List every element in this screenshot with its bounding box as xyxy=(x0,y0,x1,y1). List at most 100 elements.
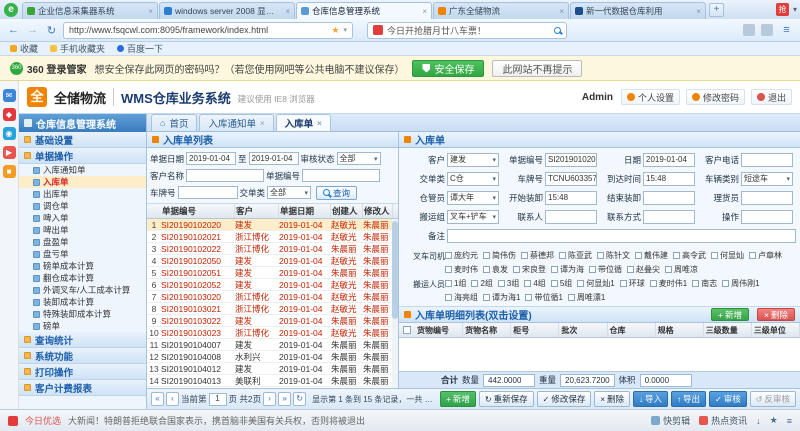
document-tab-close-icon[interactable]: × xyxy=(317,119,322,128)
toolbar-button[interactable]: ↓ 导入 xyxy=(633,391,668,407)
crew-checkbox[interactable]: 2组 xyxy=(471,276,492,290)
next-page-button[interactable]: › xyxy=(263,392,276,406)
status-tool[interactable]: 快剪辑 xyxy=(651,414,690,427)
side-strip-icon[interactable]: ◉ xyxy=(3,127,16,140)
crew-checkbox[interactable]: 麦时伟 xyxy=(445,262,478,276)
table-row[interactable]: 12 SI20190104008 水利兴 2019-01-04 朱晨丽 朱晨丽 xyxy=(147,351,398,363)
sidebar-item[interactable]: 翻仓成本计算 xyxy=(19,272,146,284)
document-tab-close-icon[interactable]: × xyxy=(260,119,265,128)
table-row[interactable]: 9 SI20190103022 建发 2019-01-04 朱晨丽 朱晨丽 xyxy=(147,315,398,327)
table-row[interactable]: 13 SI20190104012 建发 2019-01-04 朱晨丽 朱晨丽 xyxy=(147,363,398,375)
detail-delete-button[interactable]: × 删除 xyxy=(757,308,795,321)
select-all-checkbox[interactable] xyxy=(403,326,411,334)
browser-tab[interactable]: 企业信息采集器系统 × xyxy=(22,2,158,19)
crew-checkbox[interactable]: 3组 xyxy=(498,276,519,290)
list-column-header[interactable]: 创建人 xyxy=(331,204,363,218)
ticket-grabber-icon[interactable]: 抢 xyxy=(776,3,789,16)
contact-input[interactable] xyxy=(545,210,597,224)
sidebar-item[interactable]: 特殊装卸成本计算 xyxy=(19,308,146,320)
scrollbar-thumb[interactable] xyxy=(392,221,398,319)
date-input[interactable]: 2019-01-04 xyxy=(643,153,695,167)
screenshot-icon[interactable] xyxy=(743,24,755,36)
sidebar-item[interactable]: 盘盈单 xyxy=(19,236,146,248)
table-row[interactable]: 14 SI20190104013 美联利 2019-01-04 朱晨丽 朱晨丽 xyxy=(147,375,398,387)
table-row[interactable]: 7 SI20190103020 浙江博化 2019-01-04 赵敏光 朱晨丽 xyxy=(147,291,398,303)
search-button[interactable]: 查询 xyxy=(316,186,357,200)
side-strip-icon[interactable]: ▶ xyxy=(3,146,16,159)
new-tab-button[interactable]: + xyxy=(709,3,724,17)
table-row[interactable]: 1 SI20190102020 建发 2019-01-04 赵敏光 朱晨丽 xyxy=(147,219,398,231)
crew-checkbox[interactable]: 4组 xyxy=(524,276,545,290)
vehicle-select[interactable]: 短途车 xyxy=(741,172,793,186)
refresh-button[interactable]: ↻ xyxy=(44,24,59,37)
favorites-icon[interactable]: ★ xyxy=(770,415,778,426)
search-box[interactable]: 今日开抢腊月廿八车票！ xyxy=(367,22,567,39)
last-page-button[interactable]: » xyxy=(278,392,291,406)
toolbar-button[interactable]: ↻ 重新保存 xyxy=(479,391,534,407)
status-tool[interactable]: 热点资讯 xyxy=(699,414,747,427)
bookmark-item[interactable]: 收藏 xyxy=(10,42,38,55)
arrive-input[interactable]: 15:48 xyxy=(643,172,695,186)
crew-checkbox[interactable]: 麦时伟1 xyxy=(650,276,687,290)
crew-checkbox[interactable]: 环球 xyxy=(620,276,645,290)
crew-checkbox[interactable]: 带位循 xyxy=(589,262,622,276)
crew-checkbox[interactable]: 赵叠尖 xyxy=(627,262,660,276)
plate-input[interactable]: TCNU6033579 xyxy=(545,172,597,186)
tab-close-icon[interactable]: × xyxy=(422,7,427,16)
crew-checkbox[interactable]: 海亮组 xyxy=(445,290,478,304)
toolbar-button[interactable]: ↑ 导出 xyxy=(671,391,706,407)
plate-filter-input[interactable] xyxy=(178,186,238,199)
detail-column-header[interactable]: 仓库 xyxy=(608,323,656,337)
sidebar-item[interactable]: 打印操作 xyxy=(19,364,146,380)
toolbar-button[interactable]: ✓ 修改保存 xyxy=(537,391,592,407)
browser-tab[interactable]: 仓库信息管理系统 × xyxy=(296,2,432,19)
sidebar-item[interactable]: 基础设置 xyxy=(19,132,146,148)
detail-column-header[interactable]: 货物名称 xyxy=(463,323,511,337)
url-dropdown-icon[interactable]: ▾ xyxy=(343,26,347,34)
tally-input[interactable] xyxy=(741,191,793,205)
detail-column-header[interactable]: 三级单位 xyxy=(752,323,800,337)
first-page-button[interactable]: « xyxy=(151,392,164,406)
sidebar-item[interactable]: 系统功能 xyxy=(19,348,146,364)
contact-way-input[interactable] xyxy=(643,210,695,224)
list-column-header[interactable]: 客户 xyxy=(235,204,279,218)
sidebar-item[interactable]: 入库单 xyxy=(19,176,146,188)
sidebar-item[interactable]: 调仓单 xyxy=(19,200,146,212)
wallet-icon[interactable] xyxy=(761,24,773,36)
crew-checkbox[interactable]: 戴伟建 xyxy=(635,248,668,262)
start-input[interactable]: 15:48 xyxy=(545,191,597,205)
detail-add-button[interactable]: + 新增 xyxy=(711,308,749,321)
side-strip-icon[interactable]: ■ xyxy=(3,165,16,178)
table-row[interactable]: 6 SI20190102052 建发 2019-01-04 赵敏光 朱晨丽 xyxy=(147,279,398,291)
crew-checkbox[interactable]: 1组 xyxy=(445,276,466,290)
list-column-header[interactable]: 单据日期 xyxy=(279,204,331,218)
crew-checkbox[interactable]: 简伟伤 xyxy=(483,248,516,262)
url-input[interactable]: http://www.fsqcwl.com:8095/framework/ind… xyxy=(63,22,353,39)
crew-checkbox[interactable]: 谭为海1 xyxy=(483,290,520,304)
browser-tab[interactable]: 新一代数据仓库利用 × xyxy=(570,2,706,19)
prev-page-button[interactable]: ‹ xyxy=(166,392,179,406)
audit-status-select[interactable]: 全部 xyxy=(337,152,381,165)
document-tab[interactable]: ⌂ 入库单 × xyxy=(276,114,331,131)
crew-checkbox[interactable]: 5组 xyxy=(551,276,572,290)
list-column-header[interactable]: 单据编号 xyxy=(161,204,235,218)
crew-checkbox[interactable]: 袁发 xyxy=(483,262,508,276)
news-ticker[interactable]: 大新闻！特朗普拒绝联合国家表示，携首脑非美国有关兵权，否则将被退出 xyxy=(68,414,365,427)
crew-checkbox[interactable]: 高令武 xyxy=(673,248,706,262)
detail-column-header[interactable]: 三级数量 xyxy=(704,323,752,337)
toolbar-button[interactable]: ↺ 反审核 xyxy=(750,391,796,407)
forward-button[interactable]: → xyxy=(25,24,40,36)
toolbar-button[interactable]: × 删除 xyxy=(594,391,630,407)
sidebar-item[interactable]: 入库通知单 xyxy=(19,164,146,176)
list-scrollbar[interactable] xyxy=(392,219,398,388)
list-column-header[interactable]: 修改人 xyxy=(363,204,393,218)
crew-checkbox[interactable]: 周唯漂1 xyxy=(568,290,605,304)
table-row[interactable]: 4 SI20190102050 建发 2019-01-04 赵敏光 朱晨丽 xyxy=(147,255,398,267)
document-tab[interactable]: ⌂ 首页 × xyxy=(151,114,197,131)
remark-input[interactable] xyxy=(447,229,796,243)
refresh-list-button[interactable]: ↻ xyxy=(293,392,306,406)
crew-checkbox[interactable]: 南志 xyxy=(692,276,717,290)
save-password-button[interactable]: 安全保存 xyxy=(412,60,484,77)
table-row[interactable]: 2 SI20190102021 浙江博化 2019-01-04 赵敏光 朱晨丽 xyxy=(147,231,398,243)
sidebar-item[interactable]: 客户计费报表 xyxy=(19,380,146,396)
